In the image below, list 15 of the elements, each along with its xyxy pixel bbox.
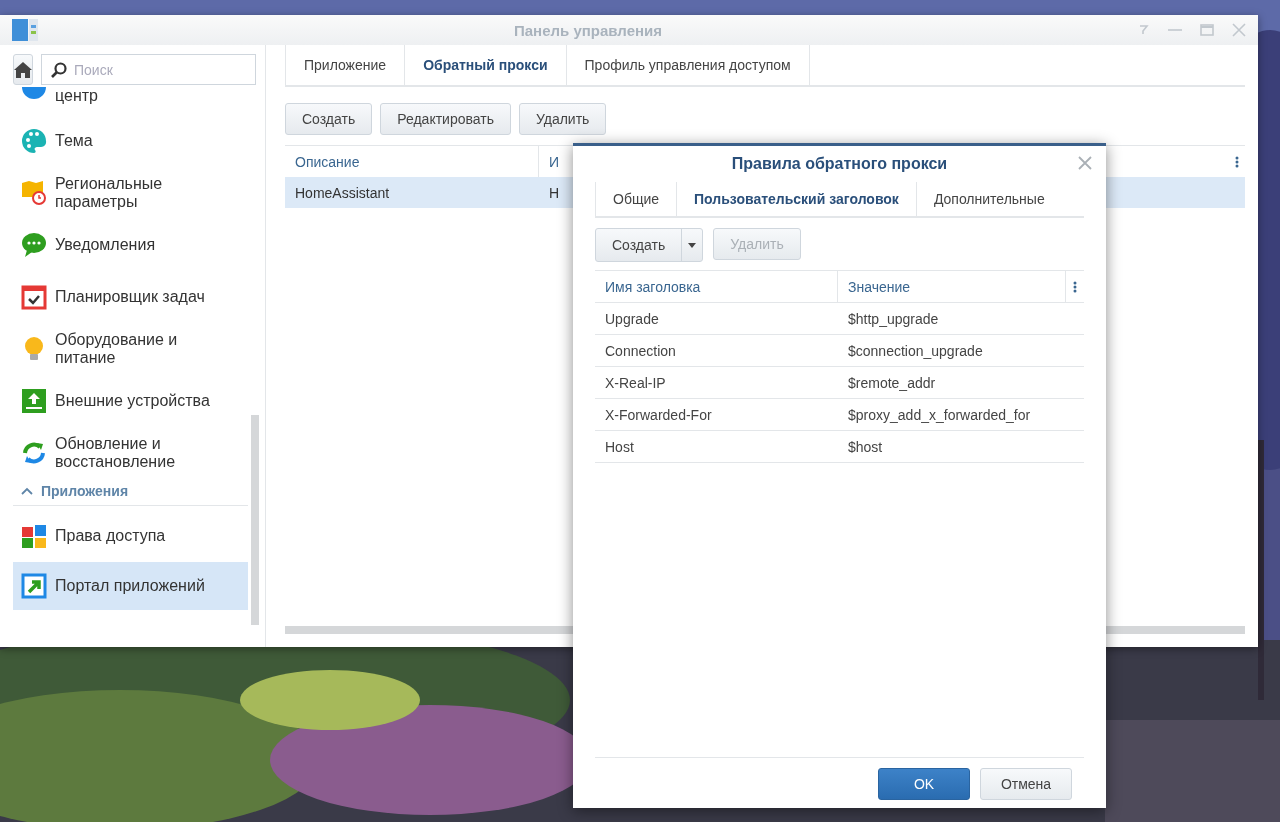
table-cell-text: H xyxy=(548,184,561,201)
table-cell-text: $http_upgrade xyxy=(847,309,940,329)
window-title: Панель управления xyxy=(512,21,664,39)
table-cell-text: Host xyxy=(604,437,635,457)
table-cell-text: Upgrade xyxy=(604,309,660,329)
table-cell-text: $proxy_add_x_forwarded_for xyxy=(847,405,1032,425)
table-cell-text: $connection_upgrade xyxy=(847,341,984,361)
table-cell-text: $host xyxy=(847,437,884,457)
table-cell-text: $remote_addr xyxy=(847,373,937,393)
table-cell-text: X-Real-IP xyxy=(604,373,667,393)
section-heading: Приложения xyxy=(41,483,129,499)
table-cell-text: Connection xyxy=(604,341,677,361)
table-cell-text: HomeAssistant xyxy=(294,183,391,203)
dialog-title: Правила обратного прокси xyxy=(730,155,949,173)
table-cell-text: X-Forwarded-For xyxy=(604,405,713,425)
